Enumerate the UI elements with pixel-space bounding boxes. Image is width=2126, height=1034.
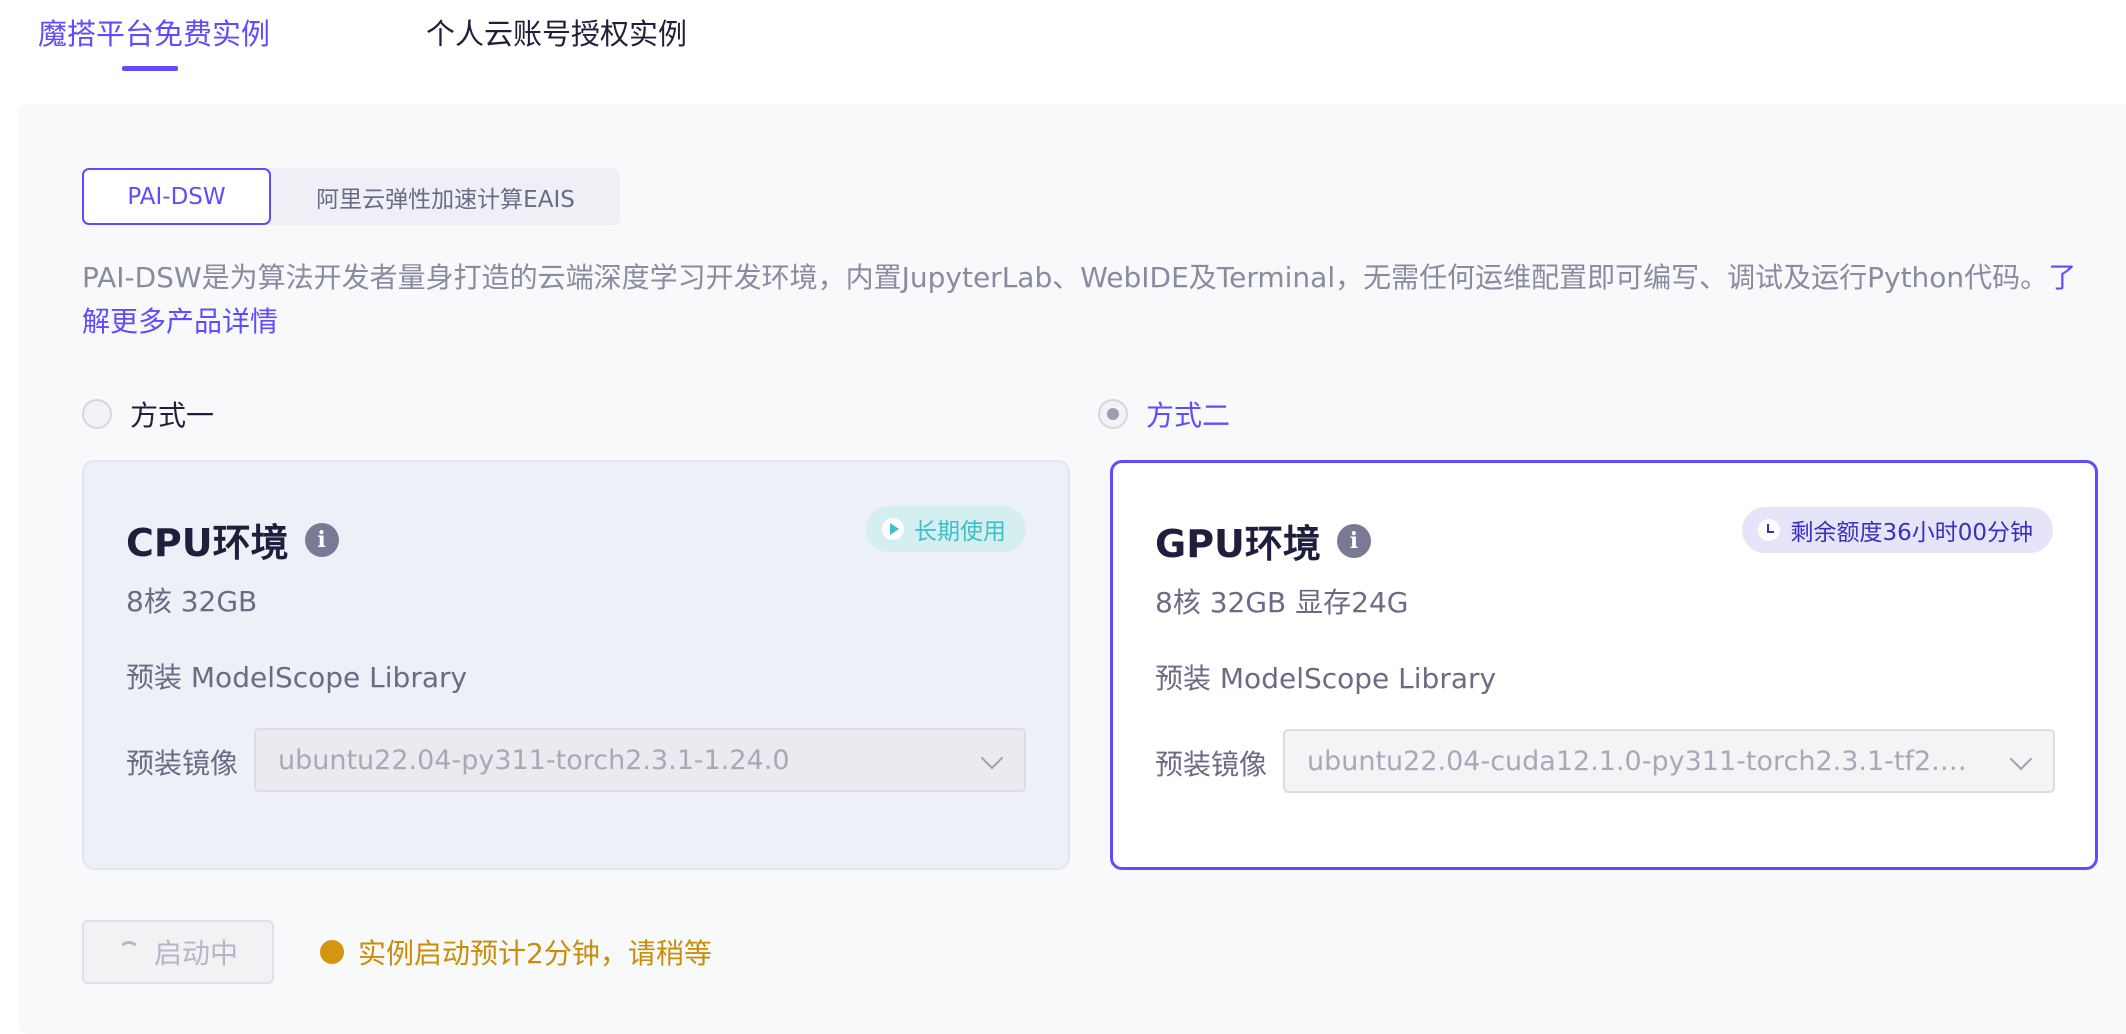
chevron-down-icon [2009, 747, 2033, 771]
start-instance-button[interactable]: 启动中 [82, 920, 274, 984]
platform-segmented-control: PAI-DSW 阿里云弹性加速计算EAIS [82, 168, 620, 225]
cpu-image-value: ubuntu22.04-py311-torch2.3.1-1.24.0 [278, 744, 790, 776]
startup-status-text: 实例启动预计2分钟，请稍等 [358, 937, 712, 970]
segment-pai-dsw[interactable]: PAI-DSW [82, 168, 271, 225]
cpu-title-text: CPU环境 [126, 521, 289, 565]
info-icon[interactable]: i [304, 522, 339, 557]
active-tab-indicator [122, 66, 178, 71]
gpu-environment-card[interactable]: GPU环境 i 剩余额度36小时00分钟 8核 32GB 显存24G 预装 Mo… [1110, 460, 2098, 870]
method-two-option[interactable]: 方式二 [1098, 394, 1230, 434]
cpu-card-title: CPU环境 i [126, 512, 339, 567]
chevron-down-icon [980, 746, 1004, 770]
gpu-image-value: ubuntu22.04-cuda12.1.0-py311-torch2.3.1-… [1307, 745, 1983, 777]
method-two-label: 方式二 [1146, 399, 1231, 432]
gpu-spec: 8核 32GB 显存24G [1155, 586, 1409, 619]
gpu-preinstall: 预装 ModelScope Library [1155, 662, 1497, 695]
product-description: PAI-DSW是为算法开发者量身打造的云端深度学习开发环境，内置JupyterL… [82, 256, 2102, 344]
gpu-image-select[interactable]: ubuntu22.04-cuda12.1.0-py311-torch2.3.1-… [1283, 729, 2055, 793]
remaining-quota-badge: 剩余额度36小时00分钟 [1742, 507, 2053, 553]
method-two-radio[interactable] [1098, 399, 1128, 429]
tab-personal-cloud-instance[interactable]: 个人云账号授权实例 [426, 14, 687, 54]
description-text: PAI-DSW是为算法开发者量身打造的云端深度学习开发环境，内置JupyterL… [82, 261, 2049, 294]
play-icon [882, 518, 904, 540]
cpu-spec: 8核 32GB [126, 585, 258, 618]
clock-icon [1758, 519, 1781, 541]
gpu-title-text: GPU环境 [1155, 522, 1321, 566]
cpu-environment-card[interactable]: CPU环境 i 长期使用 8核 32GB 预装 ModelScope Libra… [82, 460, 1070, 870]
segment-eais[interactable]: 阿里云弹性加速计算EAIS [271, 168, 620, 225]
status-dot-icon [320, 940, 344, 964]
startup-status: 实例启动预计2分钟，请稍等 [320, 930, 712, 974]
info-icon[interactable]: i [1336, 523, 1371, 558]
remaining-quota-text: 剩余额度36小时00分钟 [1790, 520, 2033, 546]
cpu-image-label: 预装镜像 [126, 747, 239, 780]
gpu-card-title: GPU环境 i [1155, 513, 1371, 568]
start-button-label: 启动中 [153, 937, 238, 970]
instance-panel: PAI-DSW 阿里云弹性加速计算EAIS PAI-DSW是为算法开发者量身打造… [18, 104, 2126, 1034]
long-term-badge: 长期使用 [866, 506, 1026, 552]
loading-spinner-icon [117, 941, 140, 963]
method-one-label: 方式一 [130, 399, 215, 432]
tab-modelscope-free-instance[interactable]: 魔搭平台免费实例 [38, 14, 270, 54]
gpu-image-label: 预装镜像 [1155, 748, 1268, 781]
long-term-badge-text: 长期使用 [914, 519, 1006, 545]
tab-bar: 魔搭平台免费实例 个人云账号授权实例 [0, 0, 2126, 80]
cpu-image-select[interactable]: ubuntu22.04-py311-torch2.3.1-1.24.0 [254, 728, 1026, 792]
cpu-preinstall: 预装 ModelScope Library [126, 661, 468, 694]
method-one-option[interactable]: 方式一 [82, 394, 214, 434]
method-one-radio[interactable] [82, 399, 112, 429]
